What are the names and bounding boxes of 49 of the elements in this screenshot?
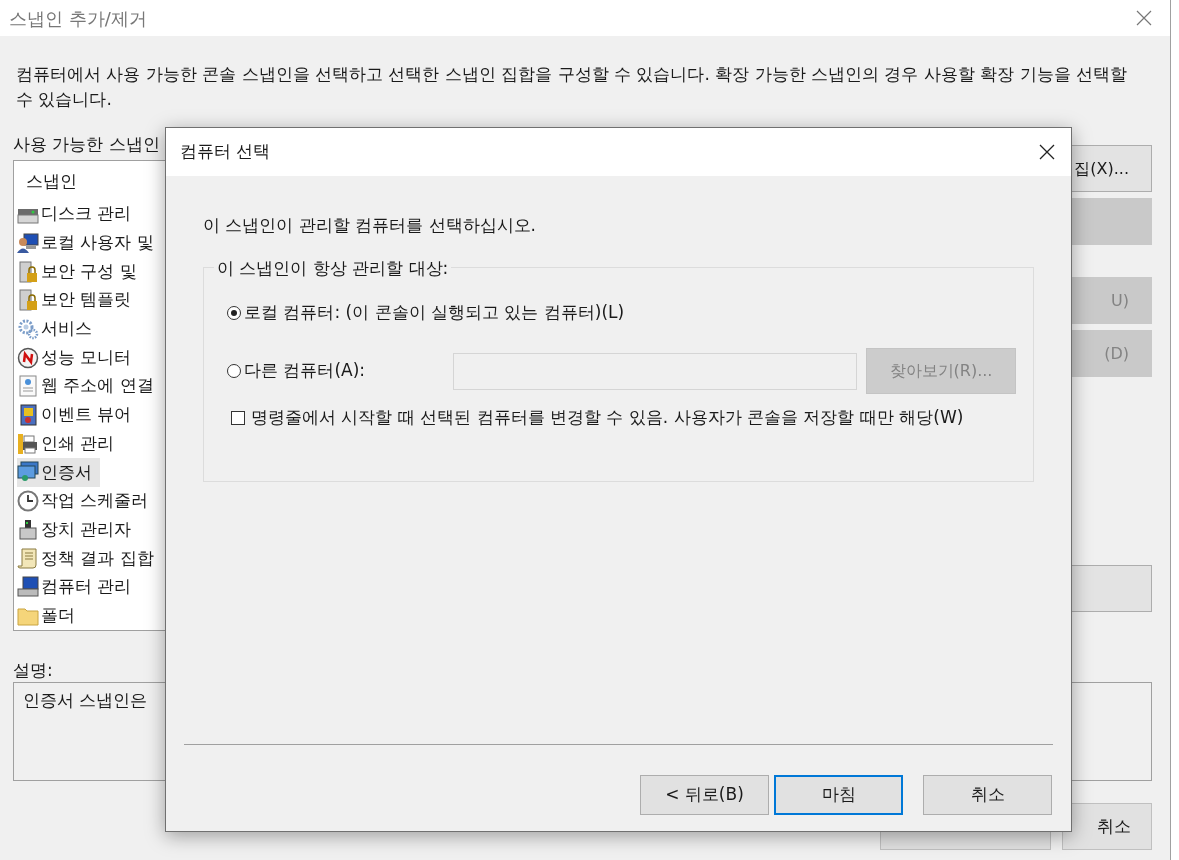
list-item[interactable]: 작업 스케줄러 [17,486,157,516]
radio-option[interactable]: 로컬 컴퓨터: (이 콘솔이 실행되고 있는 컴퓨터)(L) [227,300,625,326]
description-label: 설명: [13,659,54,682]
prompt-text: 이 스냅인이 관리할 컴퓨터를 선택하십시오. [203,214,538,237]
certificate-icon [17,461,39,484]
device-icon [17,518,39,541]
radio-option[interactable]: 다른 컴퓨터(A): [227,358,366,384]
scroll-icon [17,547,39,570]
list-item[interactable]: 정책 결과 집합 [17,543,162,573]
log-book-icon [17,403,39,426]
web-document-icon [17,375,39,398]
cancel-button[interactable]: 취소 [1062,803,1152,850]
checkbox-option[interactable]: 명령줄에서 시작할 때 선택된 컴퓨터를 변경할 수 있음. 사용자가 콘솔을 저장할 때만 해당(W) [227,405,1033,431]
instruction-text: 컴퓨터에서 사용 가능한 콘솔 스냅인을 선택하고 선택한 스냅인 집합을 구성할 수 있습니다. 확장 가능한 스냅인의 경우 사용할 확장 기능을 선택할 수 있습니다. [15,63,1129,111]
radio-button[interactable] [227,364,241,378]
gauge-icon [17,346,39,369]
printer-icon [17,432,39,455]
close-icon [1039,144,1055,160]
window-title: 스냅인 추가/제거 [9,6,147,31]
clock-icon [17,489,39,512]
list-label: 사용 가능한 스냅인 [13,133,160,156]
list-item[interactable]: 인쇄 관리 [17,429,123,458]
radio-button[interactable] [227,306,241,320]
dialog-button[interactable]: < 뒤로(B) [640,775,769,815]
list-item[interactable]: 보안 구성 및 [17,257,145,286]
list-item[interactable]: 서비스 [17,314,100,344]
checkbox[interactable] [231,410,245,425]
description-text: 인증서 스냅인은 [23,690,148,710]
computer-icon [17,575,39,598]
computer-name-field[interactable] [453,352,857,390]
list-item[interactable]: 컴퓨터 관리 [17,572,140,602]
dialog-title: 컴퓨터 선택 [180,140,271,164]
list-item[interactable]: 웹 주소에 연결 [17,371,162,401]
list-item[interactable]: 보안 템플릿 [17,285,140,315]
gear-icon [17,317,39,340]
list-item[interactable]: 장치 관리자 [17,515,140,544]
dialog-button[interactable]: 마침 [774,775,903,815]
list-item[interactable]: 로컬 사용자 및 [17,228,162,258]
list-item[interactable]: 인증서 [17,457,100,487]
dialog-button[interactable]: 취소 [923,775,1052,815]
column-header[interactable]: 스냅인 [17,169,77,200]
list-item[interactable]: 디스크 관리 [17,199,140,229]
list-item[interactable]: 이벤트 뷰어 [17,400,140,430]
user-computer-icon [17,231,39,254]
list-item[interactable]: 폴더 [17,601,83,630]
server-lock-icon [17,289,39,312]
close-icon [1136,10,1152,26]
list-item[interactable]: 성능 모니터 [17,343,140,372]
server-lock-icon [17,260,39,283]
